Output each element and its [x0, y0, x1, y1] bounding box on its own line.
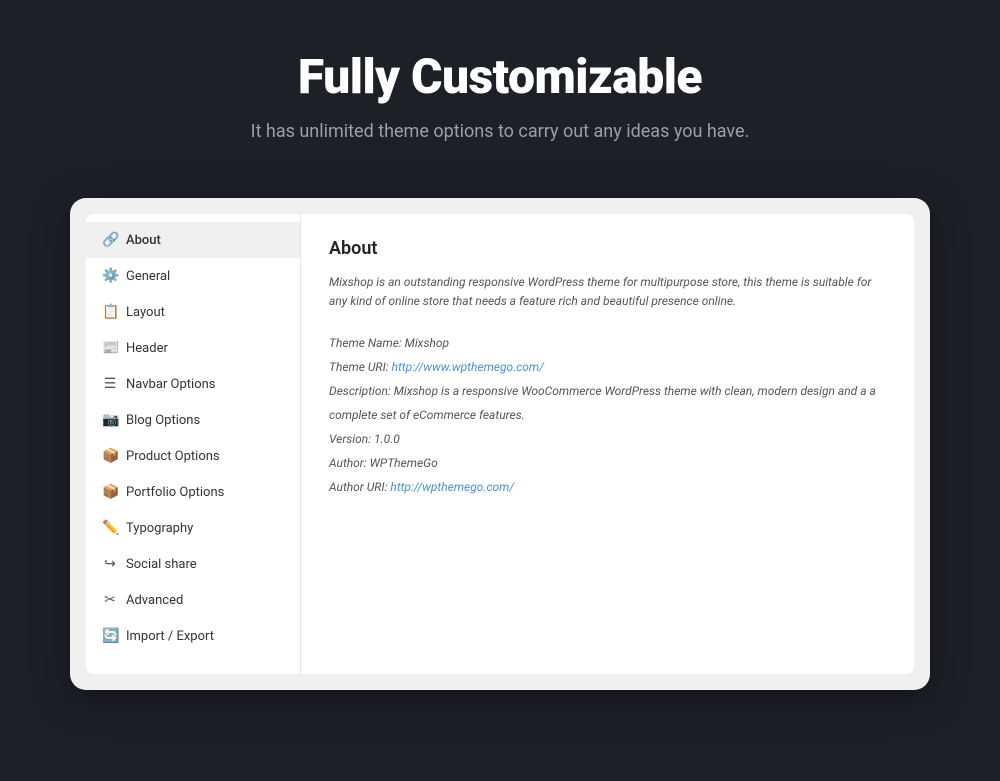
- sidebar-item-advanced[interactable]: ✂ Advanced: [86, 582, 300, 618]
- wp-panel: 🔗 About ⚙️ General 📋 Layout 📰 Header ☰ N…: [86, 214, 914, 674]
- typography-icon: ✏️: [102, 520, 118, 536]
- sidebar-label-navbar: Navbar Options: [126, 377, 216, 392]
- theme-author: Author: WPThemeGo: [329, 451, 886, 475]
- theme-details: Theme Name: Mixshop Theme URI: http://ww…: [329, 331, 886, 499]
- content-title: About: [329, 238, 886, 259]
- theme-description: Description: Mixshop is a responsive Woo…: [329, 379, 886, 427]
- social-icon: ↪: [102, 556, 118, 572]
- sidebar-item-general[interactable]: ⚙️ General: [86, 258, 300, 294]
- sidebar-label-advanced: Advanced: [126, 593, 183, 608]
- sidebar-item-about[interactable]: 🔗 About: [86, 222, 300, 258]
- subtitle: It has unlimited theme options to carry …: [20, 121, 980, 142]
- sidebar-item-social[interactable]: ↪ Social share: [86, 546, 300, 582]
- sidebar-label-layout: Layout: [126, 305, 165, 320]
- sidebar-item-layout[interactable]: 📋 Layout: [86, 294, 300, 330]
- theme-version: Version: 1.0.0: [329, 427, 886, 451]
- menu-icon: ☰: [102, 376, 118, 392]
- sidebar-label-product: Product Options: [126, 449, 220, 464]
- blog-icon: 📷: [102, 412, 118, 428]
- import-icon: 🔄: [102, 628, 118, 644]
- author-uri-label: Author URI:: [329, 480, 390, 494]
- sidebar-item-typography[interactable]: ✏️ Typography: [86, 510, 300, 546]
- sidebar-label-portfolio: Portfolio Options: [126, 485, 224, 500]
- link-icon: 🔗: [102, 232, 118, 248]
- page-header: Fully Customizable It has unlimited them…: [0, 0, 1000, 198]
- sidebar-label-typography: Typography: [126, 521, 193, 536]
- portfolio-icon: 📦: [102, 484, 118, 500]
- sidebar-label-social: Social share: [126, 557, 197, 572]
- ui-container: 🔗 About ⚙️ General 📋 Layout 📰 Header ☰ N…: [70, 198, 930, 690]
- product-icon: 📦: [102, 448, 118, 464]
- sidebar-item-header[interactable]: 📰 Header: [86, 330, 300, 366]
- sidebar-label-about: About: [126, 233, 161, 248]
- sidebar-item-product[interactable]: 📦 Product Options: [86, 438, 300, 474]
- author-uri-link[interactable]: http://wpthemego.com/: [390, 480, 514, 494]
- theme-uri-link[interactable]: http://www.wpthemego.com/: [392, 360, 544, 374]
- advanced-icon: ✂: [102, 592, 118, 608]
- gear-icon: ⚙️: [102, 268, 118, 284]
- theme-uri-label: Theme URI:: [329, 360, 392, 374]
- sidebar-label-import: Import / Export: [126, 629, 214, 644]
- layout-icon: 📋: [102, 304, 118, 320]
- theme-name: Theme Name: Mixshop: [329, 331, 886, 355]
- sidebar-label-general: General: [126, 269, 170, 284]
- sidebar-item-import[interactable]: 🔄 Import / Export: [86, 618, 300, 654]
- main-content: About Mixshop is an outstanding responsi…: [301, 214, 914, 674]
- sidebar-item-blog[interactable]: 📷 Blog Options: [86, 402, 300, 438]
- about-description: Mixshop is an outstanding responsive Wor…: [329, 273, 886, 311]
- sidebar-item-navbar[interactable]: ☰ Navbar Options: [86, 366, 300, 402]
- main-title: Fully Customizable: [20, 48, 980, 105]
- sidebar-label-header: Header: [126, 341, 168, 356]
- theme-uri: Theme URI: http://www.wpthemego.com/: [329, 355, 886, 379]
- author-uri: Author URI: http://wpthemego.com/: [329, 475, 886, 499]
- sidebar-item-portfolio[interactable]: 📦 Portfolio Options: [86, 474, 300, 510]
- header-icon: 📰: [102, 340, 118, 356]
- sidebar-label-blog: Blog Options: [126, 413, 200, 428]
- sidebar: 🔗 About ⚙️ General 📋 Layout 📰 Header ☰ N…: [86, 214, 301, 674]
